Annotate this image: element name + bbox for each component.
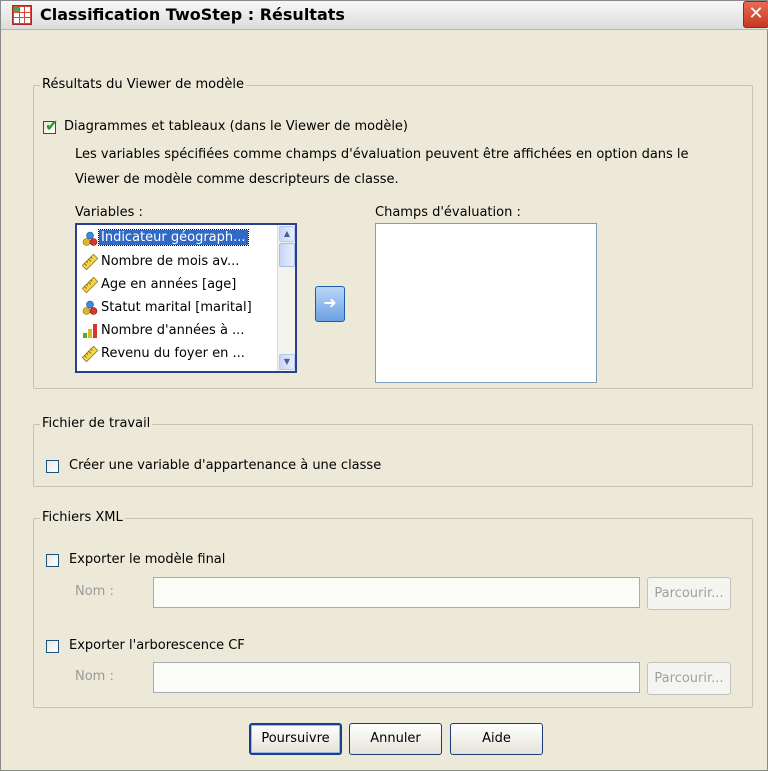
variable-label: Indicateur géograph... (98, 229, 249, 246)
export-tree-name-label: Nom : (75, 669, 114, 684)
nominal-icon (82, 231, 98, 247)
export-model-name-field[interactable] (153, 577, 640, 608)
export-model-name-label: Nom : (75, 584, 114, 599)
evaluation-fields-listbox[interactable] (375, 223, 597, 383)
cancel-button[interactable]: Annuler (349, 723, 442, 755)
export-tree-browse-button[interactable]: Parcourir... (647, 662, 731, 695)
working-file-group: Fichier de travail (33, 416, 753, 487)
dialog-window: Classification TwoStep : Résultats ✕ Rés… (0, 0, 768, 771)
export-tree-checkbox[interactable] (46, 640, 59, 653)
variables-label: Variables : (75, 205, 143, 220)
scale-icon (81, 253, 99, 271)
variable-label: Age en années [age] (101, 277, 237, 292)
export-tree-label[interactable]: Exporter l'arborescence CF (69, 638, 245, 653)
close-button[interactable]: ✕ (743, 1, 768, 28)
move-right-button[interactable]: ➜ (315, 286, 345, 322)
export-tree-name-field[interactable] (153, 662, 640, 693)
export-model-browse-button[interactable]: Parcourir... (647, 577, 731, 610)
create-membership-label[interactable]: Créer une variable d'appartenance à une … (69, 458, 381, 473)
nominal-icon (82, 300, 98, 316)
scroll-down-icon[interactable]: ▼ (279, 354, 295, 370)
charts-tables-label[interactable]: Diagrammes et tableaux (dans le Viewer d… (64, 119, 408, 134)
scroll-up-icon[interactable]: ▲ (279, 226, 295, 242)
ordinal-icon (82, 323, 98, 339)
scale-icon (81, 276, 99, 294)
variables-listbox[interactable]: Indicateur géograph... Nombre de mois av.… (75, 223, 297, 373)
continue-button[interactable]: Poursuivre (249, 723, 342, 755)
model-viewer-legend: Résultats du Viewer de modèle (40, 77, 246, 92)
evaluation-fields-label: Champs d'évaluation : (375, 205, 521, 220)
xml-files-legend: Fichiers XML (40, 510, 125, 525)
variable-label: Nombre d'années à ... (101, 323, 245, 338)
variable-label: Nombre de mois av... (101, 254, 240, 269)
export-model-label[interactable]: Exporter le modèle final (69, 552, 225, 567)
working-file-legend: Fichier de travail (40, 416, 153, 431)
app-icon (12, 5, 32, 25)
variables-scrollbar[interactable]: ▲ ▼ (277, 225, 295, 371)
description-line-1: Les variables spécifiées comme champs d'… (75, 147, 689, 162)
variable-label: Statut marital [marital] (101, 300, 252, 315)
scale-icon (81, 345, 99, 363)
scroll-thumb[interactable] (279, 243, 295, 267)
description-line-2: Viewer de modèle comme descripteurs de c… (75, 172, 399, 187)
help-button[interactable]: Aide (450, 723, 543, 755)
export-model-checkbox[interactable] (46, 554, 59, 567)
check-icon: ✔ (45, 116, 59, 135)
window-title: Classification TwoStep : Résultats (40, 5, 345, 24)
charts-tables-checkbox[interactable]: ✔ (43, 116, 59, 135)
create-membership-checkbox[interactable] (46, 460, 59, 473)
variable-label: Revenu du foyer en ... (101, 346, 245, 361)
title-bar[interactable]: Classification TwoStep : Résultats ✕ (1, 1, 768, 30)
